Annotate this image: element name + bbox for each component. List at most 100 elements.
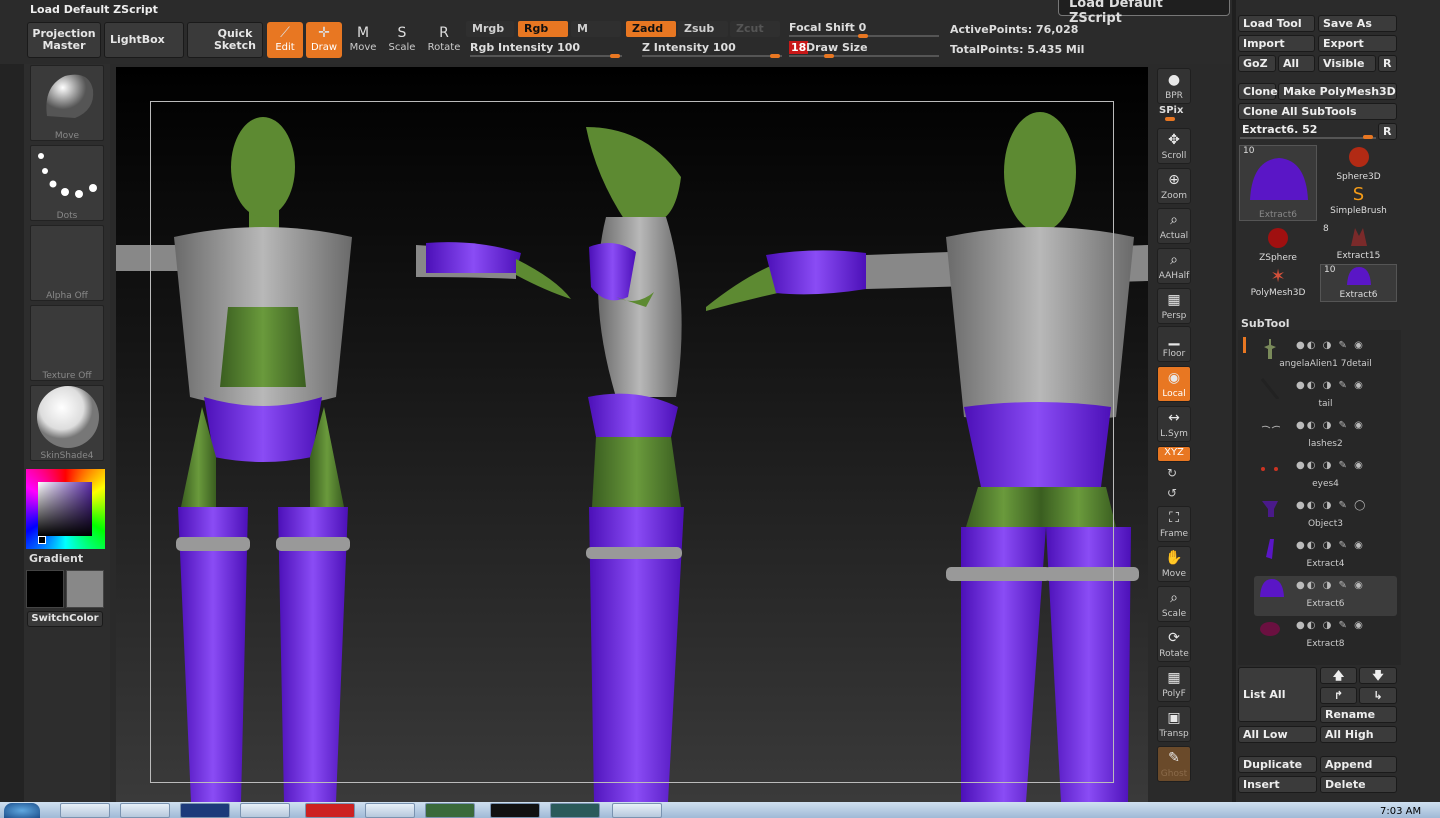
load-tool-button[interactable]: Load Tool <box>1238 15 1315 32</box>
focal-shift-knob[interactable] <box>858 34 868 38</box>
z-intensity-knob[interactable] <box>770 54 780 58</box>
actual-button[interactable]: ⌕ Actual <box>1157 208 1191 244</box>
all-low-button[interactable]: All Low <box>1238 726 1317 743</box>
draw-size-slider[interactable]: Draw Size <box>806 41 868 54</box>
clone-all-subtools-button[interactable]: Clone All SubTools <box>1238 103 1397 120</box>
draw-size-track[interactable] <box>789 55 939 57</box>
mrgb-button[interactable]: Mrgb <box>466 21 514 37</box>
scale-tool-button[interactable]: S Scale <box>384 22 420 58</box>
subtool-item[interactable]: ●◐ ◑ ✎ ◯ Object3 <box>1254 496 1397 536</box>
all-button[interactable]: All <box>1278 55 1315 72</box>
duplicate-button[interactable]: Duplicate <box>1238 756 1317 773</box>
color-picker[interactable] <box>26 469 105 549</box>
subtool-toggles[interactable]: ●◐ ◑ ✎ ◉ <box>1296 380 1365 391</box>
ghost-button[interactable]: ✎ Ghost <box>1157 746 1191 782</box>
spix-slider[interactable] <box>1165 117 1175 121</box>
edit-tool-button[interactable]: ⟋ Edit <box>267 22 303 58</box>
subtool-item[interactable]: ●◐ ◑ ✎ ◉ lashes2 <box>1254 416 1397 456</box>
all-high-button[interactable]: All High <box>1320 726 1397 743</box>
subtool-toggles[interactable]: ●◐ ◑ ✎ ◯ <box>1296 500 1367 511</box>
r-button[interactable]: R <box>1378 55 1397 72</box>
brush-thumbnail[interactable]: Move <box>30 65 104 141</box>
taskbar-app-icon[interactable] <box>550 803 600 818</box>
focal-shift-slider[interactable]: Focal Shift 0 <box>789 21 866 34</box>
subtool-item-selected[interactable]: ●◐ ◑ ✎ ◉ Extract6 <box>1254 576 1397 616</box>
projection-master-button[interactable]: Projection Master <box>27 22 101 58</box>
import-button[interactable]: Import <box>1238 35 1315 52</box>
rename-button[interactable]: Rename <box>1320 706 1397 723</box>
secondary-color-swatch[interactable] <box>66 570 104 608</box>
m-button[interactable]: M <box>571 21 621 37</box>
taskbar-app-icon[interactable] <box>612 803 662 818</box>
start-button[interactable] <box>4 803 40 818</box>
tool-thumb-extract15[interactable]: 8 Extract15 <box>1320 224 1397 262</box>
subtool-toggles[interactable]: ●◐ ◑ ✎ ◉ <box>1296 580 1365 591</box>
lightbox-button[interactable]: LightBox <box>104 22 184 58</box>
z-intensity-track[interactable] <box>642 55 782 57</box>
tool-thumb-zsphere[interactable]: ZSphere <box>1239 226 1317 264</box>
zsub-button[interactable]: Zsub <box>678 21 728 37</box>
list-all-button[interactable]: List All <box>1238 667 1317 722</box>
persp-button[interactable]: ▦ Persp <box>1157 288 1191 324</box>
subtool-scroll[interactable] <box>1243 337 1246 353</box>
merge-button[interactable]: ↳ <box>1359 687 1397 704</box>
bpr-button[interactable]: ● BPR <box>1157 68 1191 104</box>
color-square[interactable] <box>38 482 92 536</box>
move-up-button[interactable]: 🡅 <box>1320 667 1357 684</box>
subtool-toggles[interactable]: ●◐ ◑ ✎ ◉ <box>1296 420 1365 431</box>
taskbar-app-icon[interactable] <box>425 803 475 818</box>
main-color-swatch[interactable] <box>26 570 64 608</box>
rgb-button[interactable]: Rgb <box>518 21 568 37</box>
taskbar-app-icon[interactable] <box>240 803 290 818</box>
visible-button[interactable]: Visible <box>1318 55 1376 72</box>
subtool-item[interactable]: ●◐ ◑ ✎ ◉ angelaAlien1 7detail <box>1254 336 1397 376</box>
subtool-title[interactable]: SubTool <box>1241 317 1290 330</box>
rotate-view-button[interactable]: ⟳ Rotate <box>1157 626 1191 662</box>
move-view-button[interactable]: ✋ Move <box>1157 546 1191 582</box>
z-intensity-slider[interactable]: Z Intensity 100 <box>642 41 736 54</box>
export-button[interactable]: Export <box>1318 35 1397 52</box>
current-tool-slider[interactable]: Extract6. 52 <box>1242 123 1317 136</box>
subtool-item[interactable]: ●◐ ◑ ✎ ◉ eyes4 <box>1254 456 1397 496</box>
draw-size-knob[interactable] <box>824 54 834 58</box>
draw-tool-button[interactable]: ✛ Draw <box>306 22 342 58</box>
subtool-toggles[interactable]: ●◐ ◑ ✎ ◉ <box>1296 460 1365 471</box>
rgb-intensity-track[interactable] <box>470 55 622 57</box>
make-polymesh-button[interactable]: Make PolyMesh3D <box>1278 83 1397 100</box>
scroll-button[interactable]: ✥ Scroll <box>1157 128 1191 164</box>
floor-button[interactable]: ▁ Floor <box>1157 326 1191 362</box>
alpha-thumbnail[interactable]: Alpha Off <box>30 225 104 301</box>
polyf-button[interactable]: ▦ PolyF <box>1157 666 1191 702</box>
switch-color-button[interactable]: SwitchColor <box>27 611 103 627</box>
move-down-button[interactable]: 🡇 <box>1359 667 1397 684</box>
append-button[interactable]: Append <box>1320 756 1397 773</box>
rotate-y-icon[interactable]: ↻ <box>1167 466 1177 480</box>
clone-button[interactable]: Clone <box>1238 83 1278 100</box>
scale-view-button[interactable]: ⌕ Scale <box>1157 586 1191 622</box>
tool-thumb-sphere3d[interactable]: Sphere3D <box>1320 145 1397 183</box>
taskbar-app-icon[interactable] <box>365 803 415 818</box>
zcut-button[interactable]: Zcut <box>730 21 780 37</box>
rotate-tool-button[interactable]: R Rotate <box>426 22 462 58</box>
texture-thumbnail[interactable]: Texture Off <box>30 305 104 381</box>
move-tool-button[interactable]: M Move <box>345 22 381 58</box>
frame-button[interactable]: ⛶ Frame <box>1157 506 1191 542</box>
tool-thumb-extract6[interactable]: 10 Extract6 <box>1239 145 1317 221</box>
tool-thumb-simplebrush[interactable]: S SimpleBrush <box>1320 184 1397 222</box>
save-as-button[interactable]: Save As <box>1318 15 1397 32</box>
transp-button[interactable]: ▣ Transp <box>1157 706 1191 742</box>
subtool-item[interactable]: ●◐ ◑ ✎ ◉ Extract8 <box>1254 616 1397 656</box>
insert-button[interactable]: Insert <box>1238 776 1317 793</box>
rgb-intensity-slider[interactable]: Rgb Intensity 100 <box>470 41 580 54</box>
subtool-toggles[interactable]: ●◐ ◑ ✎ ◉ <box>1296 340 1365 351</box>
stroke-thumbnail[interactable]: Dots <box>30 145 104 221</box>
tool-thumb-polymesh3d[interactable]: ✶ PolyMesh3D <box>1239 266 1317 302</box>
rgb-intensity-knob[interactable] <box>610 54 620 58</box>
subtool-toggles[interactable]: ●◐ ◑ ✎ ◉ <box>1296 540 1365 551</box>
current-tool-knob[interactable] <box>1363 135 1373 139</box>
current-tool-track[interactable] <box>1240 137 1376 139</box>
delete-button[interactable]: Delete <box>1320 776 1397 793</box>
subtool-item[interactable]: ●◐ ◑ ✎ ◉ tail <box>1254 376 1397 416</box>
taskbar-explorer-icon[interactable] <box>60 803 110 818</box>
taskbar-pdf-icon[interactable] <box>305 803 355 818</box>
